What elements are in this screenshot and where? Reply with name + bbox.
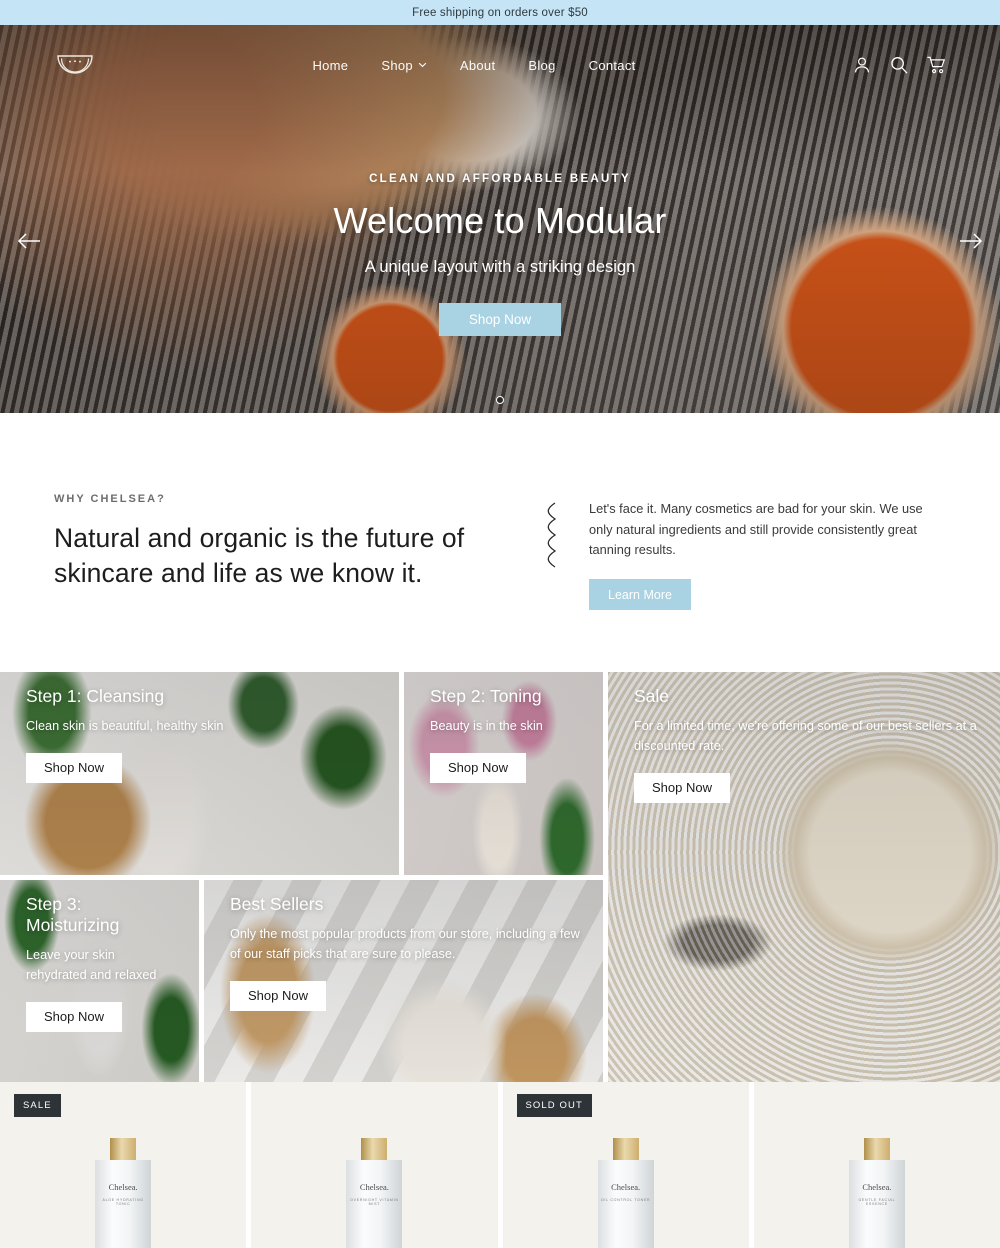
collection-card-moisturizing[interactable]: Step 3: Moisturizing Leave your skin reh… xyxy=(0,880,199,1083)
why-divider xyxy=(514,493,589,610)
product-variant-label: ALOE HYDRATING TONIC xyxy=(102,1198,144,1207)
card-subtitle: For a limited time, we're offering some … xyxy=(634,719,977,753)
product-variant-label: OVERNIGHT VITAMIN MIST xyxy=(350,1198,399,1207)
card-subtitle: Leave your skin rehydrated and relaxed xyxy=(26,948,157,982)
carousel-next-arrow[interactable] xyxy=(958,230,984,252)
hero-shop-now-button[interactable]: Shop Now xyxy=(439,303,561,336)
search-icon[interactable] xyxy=(889,55,909,75)
nav-label: About xyxy=(459,57,496,73)
card-shop-now-button[interactable]: Shop Now xyxy=(430,752,526,783)
product-brand-label: Chelsea. xyxy=(611,1182,641,1193)
bottle-cap xyxy=(863,1138,890,1161)
announcement-text: Free shipping on orders over $50 xyxy=(412,6,588,19)
nav-item-contact[interactable]: Contact xyxy=(589,58,636,73)
why-body-text: Let's face it. Many cosmetics are bad fo… xyxy=(589,501,923,558)
card-title: Step 1: Cleansing xyxy=(26,686,165,707)
hero-content: CLEAN AND AFFORDABLE BEAUTY Welcome to M… xyxy=(0,173,1000,336)
nav-item-about[interactable]: About xyxy=(460,58,495,73)
hero-title: Welcome to Modular xyxy=(333,200,667,241)
hero-subtitle: A unique layout with a striking design xyxy=(364,258,636,276)
squiggle-divider-icon xyxy=(547,502,556,568)
card-subtitle: Clean skin is beautiful, healthy skin xyxy=(26,719,224,734)
why-eyebrow: WHY CHELSEA? xyxy=(54,493,166,505)
bottle-body: Chelsea. OVERNIGHT VITAMIN MIST xyxy=(346,1160,403,1248)
carousel-dot-1[interactable] xyxy=(496,396,504,404)
nav-links: Home Shop About Blog Contact xyxy=(96,58,852,73)
card-title: Step 2: Toning xyxy=(430,686,542,707)
card-shop-now-button[interactable]: Shop Now xyxy=(26,752,122,783)
bottle-cap xyxy=(612,1138,639,1161)
cart-icon[interactable] xyxy=(926,55,946,75)
product-brand-label: Chelsea. xyxy=(359,1182,389,1193)
product-brand-label: Chelsea. xyxy=(862,1182,892,1193)
product-card[interactable]: Chelsea. OVERNIGHT VITAMIN MIST xyxy=(251,1082,498,1248)
carousel-dots xyxy=(0,396,1000,404)
nav-item-home[interactable]: Home xyxy=(312,58,348,73)
status-badge: SALE xyxy=(14,1094,61,1118)
collection-mosaic: Step 1: Cleansing Clean skin is beautifu… xyxy=(0,672,1000,1083)
card-title: Sale xyxy=(634,686,670,707)
product-card[interactable]: SOLD OUT Chelsea. OIL CONTROL TONER xyxy=(502,1082,749,1248)
collection-card-sale[interactable]: Sale For a limited time, we're offering … xyxy=(608,672,1000,1083)
product-variant-label: OIL CONTROL TONER xyxy=(600,1198,651,1203)
collection-card-toning[interactable]: Step 2: Toning Beauty is in the skin Sho… xyxy=(404,672,603,876)
carousel-prev-arrow[interactable] xyxy=(16,230,42,252)
product-card[interactable]: Chelsea. GENTLE FACIAL ESSENCE xyxy=(753,1082,1000,1248)
card-shop-now-button[interactable]: Shop Now xyxy=(634,772,730,803)
nav-label: Home xyxy=(312,57,349,73)
card-subtitle: Beauty is in the skin xyxy=(430,719,543,734)
main-navigation: Home Shop About Blog Contact xyxy=(0,25,1000,105)
product-image: Chelsea. GENTLE FACIAL ESSENCE xyxy=(848,1138,905,1248)
card-shop-now-button[interactable]: Shop Now xyxy=(26,1001,122,1032)
nav-item-shop[interactable]: Shop xyxy=(381,58,427,73)
product-image: Chelsea. ALOE HYDRATING TONIC xyxy=(95,1138,152,1248)
why-heading: Natural and organic is the future of ski… xyxy=(54,523,465,589)
nav-label: Shop xyxy=(381,57,413,73)
bottle-body: Chelsea. GENTLE FACIAL ESSENCE xyxy=(848,1160,905,1248)
why-left-column: WHY CHELSEA? Natural and organic is the … xyxy=(54,493,514,610)
card-subtitle: Only the most popular products from our … xyxy=(230,927,580,961)
bottle-body: Chelsea. ALOE HYDRATING TONIC xyxy=(95,1160,152,1248)
nav-item-blog[interactable]: Blog xyxy=(528,58,555,73)
chevron-down-icon xyxy=(418,62,427,68)
account-icon[interactable] xyxy=(852,55,872,75)
mosaic-left-group: Step 1: Cleansing Clean skin is beautifu… xyxy=(0,672,603,1083)
product-variant-label: GENTLE FACIAL ESSENCE xyxy=(858,1198,896,1207)
header-actions xyxy=(852,55,946,75)
bottle-cap xyxy=(110,1138,137,1161)
card-title: Best Sellers xyxy=(230,894,324,915)
why-right-column: Let's face it. Many cosmetics are bad fo… xyxy=(589,493,939,611)
why-section: WHY CHELSEA? Natural and organic is the … xyxy=(0,413,1000,672)
product-image: Chelsea. OIL CONTROL TONER xyxy=(597,1138,654,1248)
announcement-bar: Free shipping on orders over $50 xyxy=(0,0,1000,25)
nav-label: Blog xyxy=(528,57,556,73)
collection-card-cleansing[interactable]: Step 1: Cleansing Clean skin is beautifu… xyxy=(0,672,399,876)
product-grid: SALE Chelsea. ALOE HYDRATING TONIC Chels… xyxy=(0,1082,1000,1248)
collection-card-best-sellers[interactable]: Best Sellers Only the most popular produ… xyxy=(204,880,603,1083)
card-shop-now-button[interactable]: Shop Now xyxy=(230,980,326,1011)
card-title: Step 3: Moisturizing xyxy=(26,894,120,936)
mosaic-row-top: Step 1: Cleansing Clean skin is beautifu… xyxy=(0,672,603,876)
learn-more-button[interactable]: Learn More xyxy=(589,579,691,611)
nav-label: Contact xyxy=(588,57,636,73)
hero-eyebrow: CLEAN AND AFFORDABLE BEAUTY xyxy=(369,173,631,185)
bottle-body: Chelsea. OIL CONTROL TONER xyxy=(597,1160,654,1248)
product-image: Chelsea. OVERNIGHT VITAMIN MIST xyxy=(346,1138,403,1248)
watermelon-slice-logo[interactable] xyxy=(54,48,96,82)
status-badge: SOLD OUT xyxy=(516,1094,592,1118)
product-card[interactable]: SALE Chelsea. ALOE HYDRATING TONIC xyxy=(0,1082,247,1248)
bottle-cap xyxy=(361,1138,388,1161)
mosaic-row-bottom: Step 3: Moisturizing Leave your skin reh… xyxy=(0,880,603,1083)
product-brand-label: Chelsea. xyxy=(108,1182,138,1193)
hero-carousel: Home Shop About Blog Contact CLEAN AND A… xyxy=(0,25,1000,413)
